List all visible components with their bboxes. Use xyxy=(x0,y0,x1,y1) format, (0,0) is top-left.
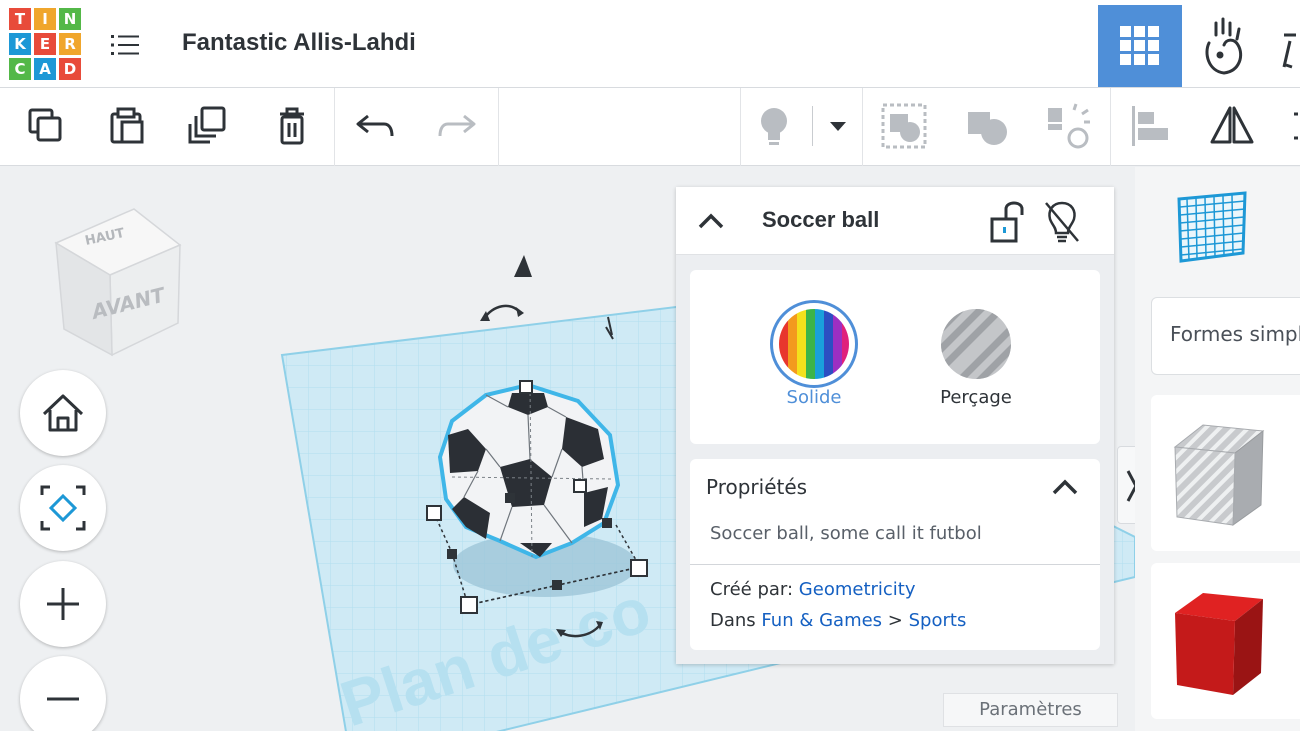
properties-title[interactable]: Propriétés xyxy=(706,475,807,499)
in-label: Dans xyxy=(710,610,756,631)
lightbulb-icon[interactable] xyxy=(750,102,798,150)
shape-name[interactable]: Soccer ball xyxy=(762,207,879,233)
inspector-header: Soccer ball xyxy=(676,187,1114,255)
copy-icon[interactable] xyxy=(22,102,70,150)
shape-description: Soccer ball, some call it futbol xyxy=(710,523,982,544)
box-icon xyxy=(1175,593,1263,695)
properties-section: Propriétés Soccer ball, some call it fut… xyxy=(690,459,1100,650)
toolbar-divider xyxy=(862,88,863,166)
edit-toolbar xyxy=(0,88,1300,166)
view-cube[interactable]: HAUT AVANT xyxy=(52,205,184,357)
hole-box-icon xyxy=(1173,424,1265,526)
hole-pattern-icon xyxy=(941,309,1011,379)
shape-inspector: Soccer ball Solide Perçage Propriétés So… xyxy=(676,187,1114,664)
simulation-view-button[interactable] xyxy=(1182,5,1266,87)
chevron-down-icon[interactable] xyxy=(814,102,862,150)
chevron-up-icon[interactable] xyxy=(1050,475,1080,499)
shape-tile-box[interactable] xyxy=(1151,563,1300,719)
duplicate-icon[interactable] xyxy=(184,102,232,150)
rotate-handle-top[interactable] xyxy=(482,304,522,320)
logo-letter: E xyxy=(34,33,56,55)
lift-arrow[interactable] xyxy=(514,255,532,277)
toolbar-divider xyxy=(1110,88,1111,166)
document-title[interactable]: Fantastic Allis-Lahdi xyxy=(182,29,416,57)
tinkercad-logo[interactable]: T I N K E R C A D xyxy=(9,8,83,82)
settings-button[interactable]: Paramètres xyxy=(943,693,1118,727)
zoom-in-button[interactable] xyxy=(20,561,106,647)
created-by-label: Créé par: xyxy=(710,579,794,600)
other-view-icon xyxy=(1282,33,1296,69)
zoom-out-button[interactable] xyxy=(20,656,106,731)
properties-divider xyxy=(690,564,1100,565)
grid-view-icon xyxy=(1120,26,1159,65)
toolbar-divider xyxy=(812,106,813,146)
redo-icon[interactable] xyxy=(432,102,480,150)
solid-label[interactable]: Solide xyxy=(754,387,874,408)
align-icon[interactable] xyxy=(1126,102,1174,150)
shapes-library-dropdown[interactable]: Formes simples xyxy=(1151,297,1300,375)
logo-letter: I xyxy=(34,8,56,30)
unlock-icon[interactable] xyxy=(988,199,1028,245)
workplane-grid-icon[interactable] xyxy=(1175,191,1247,265)
subcategory-link[interactable]: Sports xyxy=(909,610,967,631)
more-tools-icon[interactable] xyxy=(1284,102,1300,150)
toolbar-divider xyxy=(740,88,741,166)
top-bar: T I N K E R C A D Fantastic Allis-Lahdi xyxy=(0,0,1300,88)
solid-swatch[interactable] xyxy=(779,309,849,379)
simulation-view-icon xyxy=(1205,17,1243,75)
created-by-line: Créé par: Geometricity xyxy=(710,579,916,600)
other-view-button[interactable] xyxy=(1266,5,1300,87)
fit-view-icon xyxy=(40,485,86,531)
logo-letter: T xyxy=(9,8,31,30)
zoom-out-icon xyxy=(47,697,79,701)
author-link[interactable]: Geometricity xyxy=(799,579,916,600)
chevron-up-icon[interactable] xyxy=(696,209,726,233)
logo-letter: R xyxy=(59,33,81,55)
shape-tile-hole-box[interactable] xyxy=(1151,395,1300,551)
toolbar-divider xyxy=(334,88,335,166)
paste-icon[interactable] xyxy=(104,102,152,150)
logo-letter: C xyxy=(9,58,31,80)
zoom-in-icon xyxy=(47,588,79,620)
explode-icon[interactable] xyxy=(1044,102,1092,150)
rainbow-color-icon xyxy=(779,309,849,379)
logo-letter: N xyxy=(59,8,81,30)
trash-icon[interactable] xyxy=(268,102,316,150)
home-icon xyxy=(42,394,84,432)
mirror-icon[interactable] xyxy=(1208,102,1256,150)
fit-view-button[interactable] xyxy=(20,465,106,551)
list-menu-icon[interactable] xyxy=(111,33,139,57)
logo-letter: D xyxy=(59,58,81,80)
hole-label[interactable]: Perçage xyxy=(916,387,1036,408)
material-selector: Solide Perçage xyxy=(690,270,1100,444)
group-icon[interactable] xyxy=(880,102,928,150)
ungroup-icon[interactable] xyxy=(964,102,1012,150)
home-view-button[interactable] xyxy=(20,370,106,456)
logo-letter: A xyxy=(34,58,56,80)
grid-view-button[interactable] xyxy=(1098,5,1182,87)
undo-icon[interactable] xyxy=(352,102,400,150)
category-link[interactable]: Fun & Games xyxy=(761,610,882,631)
logo-letter: K xyxy=(9,33,31,55)
category-line: Dans Fun & Games > Sports xyxy=(710,610,966,631)
toolbar-divider xyxy=(498,88,499,166)
lightbulb-off-icon[interactable] xyxy=(1040,199,1084,245)
category-separator: > xyxy=(887,610,903,631)
hole-swatch[interactable] xyxy=(941,309,1011,379)
